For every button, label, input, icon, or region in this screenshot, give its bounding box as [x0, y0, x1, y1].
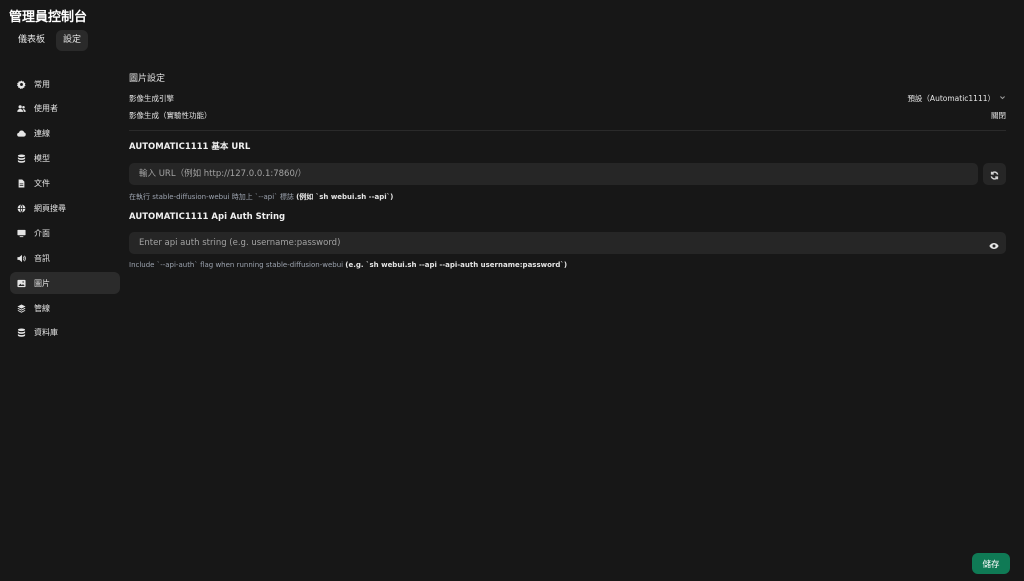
sidebar-item-label: 圖片 [34, 278, 50, 288]
sidebar-item-label: 文件 [34, 179, 50, 189]
sidebar-item-general[interactable]: 常用 [10, 73, 120, 95]
sidebar-item-images[interactable]: 圖片 [10, 272, 120, 295]
sidebar-item-interface[interactable]: 介面 [10, 222, 120, 244]
sidebar-item-label: 模型 [34, 154, 50, 164]
sidebar-item-models[interactable]: 模型 [10, 148, 120, 170]
sidebar-item-audio[interactable]: 音訊 [10, 247, 120, 269]
api-auth-row [129, 230, 1006, 254]
globe-icon [17, 204, 26, 213]
section-title: 圖片設定 [129, 74, 166, 84]
chevron-down-icon [999, 94, 1006, 103]
generation-row: 影像生成（實驗性功能） 關閉 [129, 107, 1006, 124]
sidebar-item-label: 常用 [34, 79, 50, 89]
tab-settings[interactable]: 設定 [56, 30, 89, 51]
tab-dashboard[interactable]: 儀表板 [11, 30, 52, 51]
engine-value: 預設（Automatic1111） [907, 94, 995, 103]
monitor-icon [17, 229, 26, 238]
sidebar-item-users[interactable]: 使用者 [10, 98, 120, 120]
gear-icon [17, 79, 26, 89]
base-url-label: AUTOMATIC1111 基本 URL [129, 142, 251, 152]
database-icon [17, 328, 26, 338]
engine-row: 影像生成引擎 預設（Automatic1111） [129, 90, 1006, 107]
sidebar-item-label: 連線 [34, 129, 50, 139]
base-url-hint: 在執行 stable-diffusion-webui 時加上 `--api` 標… [129, 193, 394, 201]
base-url-input[interactable] [129, 163, 978, 185]
sidebar-item-label: 使用者 [34, 104, 58, 114]
sidebar-item-label: 管線 [34, 303, 50, 313]
users-icon [17, 104, 26, 113]
image-icon [17, 279, 26, 288]
sidebar-item-web-search[interactable]: 網頁搜尋 [10, 197, 120, 219]
base-url-row [129, 163, 1006, 185]
sidebar-item-connections[interactable]: 連線 [10, 123, 120, 145]
layers-icon [17, 303, 26, 313]
generation-label: 影像生成（實驗性功能） [129, 111, 212, 120]
api-auth-hint: Include `--api-auth` flag when running s… [129, 261, 568, 269]
settings-sidebar: 常用 使用者 連線 模型 文件 網頁搜尋 介面 音訊 圖片 管線 資料庫 [10, 73, 120, 347]
refresh-button[interactable] [983, 163, 1006, 185]
sidebar-item-label: 介面 [34, 228, 50, 238]
engine-select[interactable]: 預設（Automatic1111） [907, 93, 1006, 104]
sidebar-item-documents[interactable]: 文件 [10, 173, 120, 195]
divider [129, 130, 1006, 131]
cube-stack-icon [17, 154, 26, 163]
page-title: 管理員控制台 [9, 10, 88, 25]
api-auth-input[interactable] [129, 232, 1006, 254]
sidebar-item-label: 網頁搜尋 [34, 203, 66, 213]
document-icon [17, 179, 26, 188]
eye-icon[interactable] [989, 236, 999, 249]
sidebar-item-pipelines[interactable]: 管線 [10, 297, 120, 319]
cloud-icon [17, 129, 26, 138]
api-auth-label: AUTOMATIC1111 Api Auth String [129, 212, 286, 222]
speaker-icon [17, 254, 26, 263]
sidebar-item-database[interactable]: 資料庫 [10, 322, 120, 344]
sidebar-item-label: 資料庫 [34, 328, 58, 338]
engine-label: 影像生成引擎 [129, 94, 174, 103]
save-button[interactable]: 儲存 [972, 553, 1010, 574]
generation-toggle[interactable]: 關閉 [991, 110, 1006, 121]
top-tabs: 儀表板 設定 [11, 30, 89, 51]
image-settings-panel: 圖片設定 影像生成引擎 預設（Automatic1111） 影像生成（實驗性功能… [129, 73, 1006, 269]
sidebar-item-label: 音訊 [34, 253, 50, 263]
refresh-icon [990, 165, 999, 184]
